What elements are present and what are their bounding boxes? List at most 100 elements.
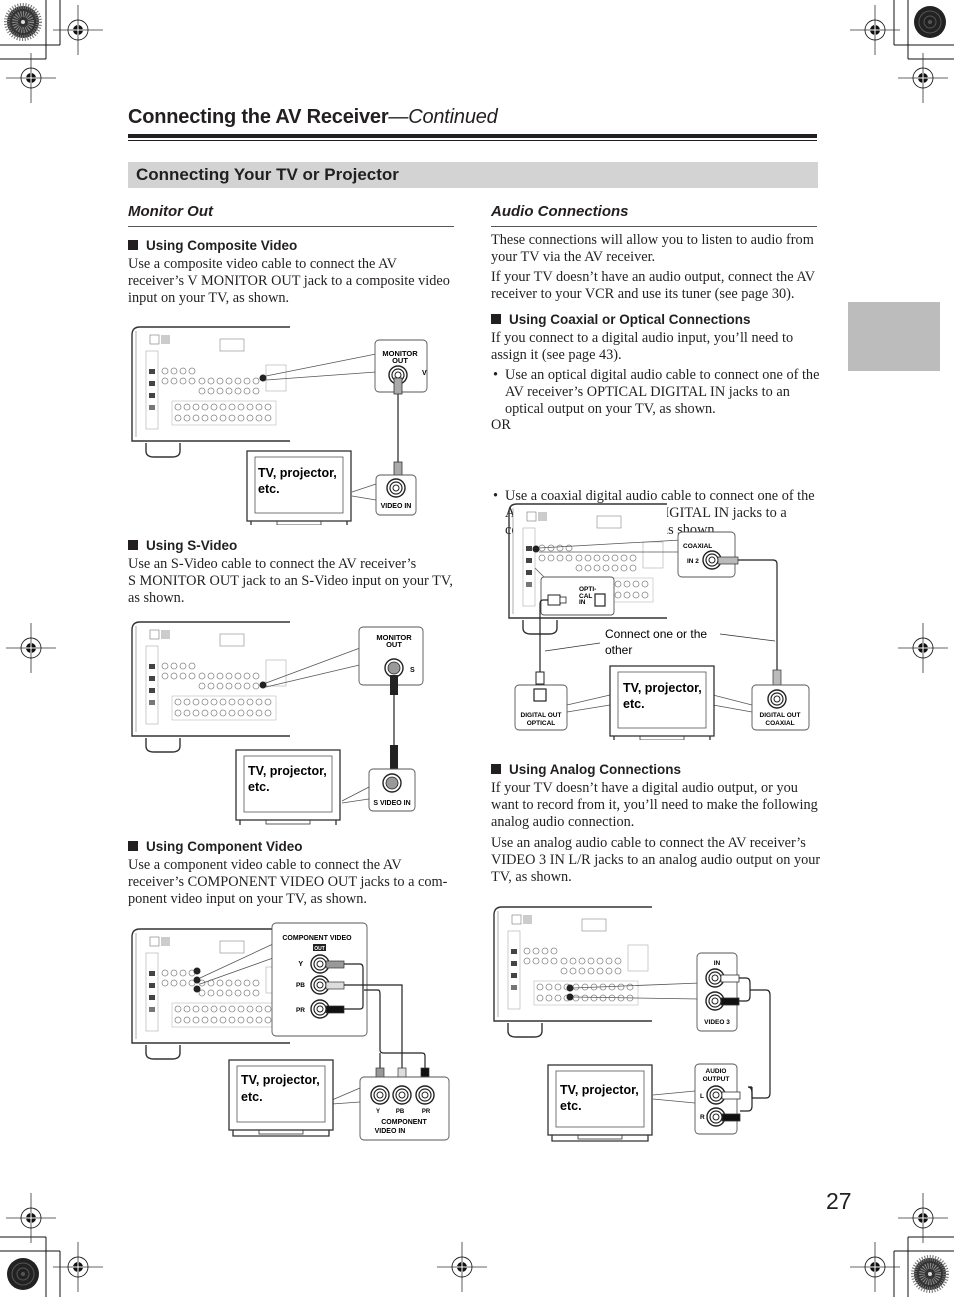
audio-output-title-1: AUDIO (706, 1068, 727, 1075)
bottom-center-mark (436, 1241, 488, 1293)
analog-heading-text: Using Analog Connections (509, 762, 681, 777)
chapter-side-tab (848, 302, 940, 371)
y-plug (325, 960, 345, 969)
digital-audio-diagram: COAXIAL IN 2 OPTI- CAL IN Connect one or… (508, 503, 810, 740)
s-video-in-label: S VIDEO IN (373, 800, 410, 807)
component-heading-text: Using Component Video (146, 839, 303, 854)
analog-body-1: If your TV doesn’t have a digital audio … (491, 780, 818, 831)
corner-mark-top-right (849, 0, 954, 104)
or-text: OR (491, 417, 511, 433)
rca-jack-icon (386, 478, 406, 498)
digital-out-coaxial-1: DIGITAL OUT (760, 712, 801, 719)
digital-out-optical-2: OPTICAL (527, 720, 556, 727)
side-mark-right (897, 622, 949, 674)
digital-out-coaxial-2: COAXIAL (765, 720, 794, 727)
subtitle-rule (491, 226, 817, 227)
connect-note-1: Connect one or the (605, 627, 707, 641)
component-in-label-2: VIDEO IN (375, 1128, 406, 1135)
digital-heading: Using Coaxial or Optical Connections (491, 312, 751, 327)
svideo-plug (390, 745, 398, 769)
svideo-body-rest: S MONITOR OUT jack to an S-Video input o… (128, 573, 453, 607)
out-badge: OUT (314, 946, 325, 952)
title-rule-thin (128, 140, 817, 141)
s-monitor-out-jack-highlight (259, 681, 267, 689)
page-title: Connecting the AV Receiver—Continued (128, 106, 498, 129)
digital-heading-text: Using Coaxial or Optical Connections (509, 312, 751, 327)
optical-title-1: OPTI- (579, 586, 596, 593)
analog-cable (739, 977, 771, 1112)
tv-label-2: etc. (241, 1090, 263, 1104)
tv-label-2: etc. (560, 1099, 582, 1113)
jack-y-label: Y (298, 961, 303, 968)
r-plug (720, 997, 740, 1006)
page-number: 27 (826, 1188, 852, 1214)
jack-s-label: S (410, 667, 415, 674)
receiver-rear-panel (131, 326, 291, 458)
tv-label-2: etc. (623, 697, 645, 711)
bullet-dot: • (493, 367, 499, 383)
svideo-plug (390, 675, 398, 695)
optical-in-label: IN (579, 599, 586, 606)
pr-plug (325, 1005, 345, 1014)
in-title: IN (714, 960, 721, 967)
jack-pr-label: PR (422, 1109, 431, 1115)
square-bullet-icon (128, 540, 138, 550)
composite-heading-text: Using Composite Video (146, 238, 298, 253)
receiver-rear-panel (131, 928, 291, 1060)
connect-note-2: other (605, 643, 632, 657)
monitor-out-label-2: OUT (386, 640, 402, 649)
jack-r-label: R (700, 1114, 705, 1121)
bullet-dot: • (493, 487, 499, 504)
tv-label-1: TV, projector, (241, 1073, 320, 1087)
svideo-body-line-1: Use an S-Video cable to connect the AV r… (128, 556, 417, 572)
corner-mark-top-left (0, 0, 104, 104)
component-out-title: COMPONENT VIDEO (282, 935, 352, 942)
corner-mark-bottom-left (0, 1192, 104, 1297)
svideo-heading: Using S-Video (128, 538, 237, 553)
square-bullet-icon (128, 841, 138, 851)
composite-video-diagram: MONITOR OUT V VIDEO IN TV, projector, et… (131, 326, 428, 525)
tv-label-1: TV, projector, (248, 764, 327, 778)
jack-y-label: Y (376, 1109, 380, 1115)
monitor-out-jack-highlight (259, 374, 267, 382)
component-body: Use a component video cable to connect t… (128, 857, 448, 908)
digital-bullet-optical: • Use an optical digital audio cable to c… (491, 367, 823, 419)
square-bullet-icon (128, 240, 138, 250)
video3-label: VIDEO 3 (704, 1019, 730, 1026)
jack-pb-label: PB (296, 982, 305, 989)
coaxial-in-2-label: IN 2 (687, 558, 699, 565)
optical-plug (547, 594, 561, 606)
jack-v-label: V (422, 370, 427, 377)
tv-label-1: TV, projector, (560, 1083, 639, 1097)
analog-audio-diagram: IN VIDEO 3 AUDIO OUTPUT L R TV, projecto… (493, 906, 771, 1142)
analog-heading: Using Analog Connections (491, 762, 681, 777)
tv-label-1: TV, projector, (258, 466, 337, 480)
digital-bullet-optical-text: Use an optical digital audio cable to co… (505, 367, 820, 418)
section-header-bar: Connecting Your TV or Projector (128, 162, 818, 188)
audio-intro-1: These connections will allow you to list… (491, 232, 814, 266)
component-video-diagram: COMPONENT VIDEO OUT Y PB PR Y PB PR COMP… (131, 922, 450, 1141)
subtitle-rule (128, 226, 454, 227)
digital-body: If you connect to a digital audio input,… (491, 330, 794, 364)
coaxial-cable (738, 559, 778, 670)
page-title-continued: —Continued (388, 106, 498, 128)
monitor-out-label-2: OUT (392, 356, 408, 365)
title-rule-thick (128, 134, 817, 138)
analog-body-2: Use an analog audio cable to connect the… (491, 835, 821, 886)
square-bullet-icon (491, 764, 501, 774)
tv-label-2: etc. (258, 482, 280, 496)
corner-mark-bottom-right (849, 1192, 954, 1297)
video-in-label: VIDEO IN (381, 503, 412, 510)
tv-label-1: TV, projector, (623, 681, 702, 695)
monitor-out-subtitle: Monitor Out (128, 203, 213, 220)
optical-jack-icon (533, 688, 547, 702)
jack-l-label: L (700, 1093, 704, 1100)
pb-plug (325, 981, 345, 990)
receiver-rear-panel (493, 906, 653, 1038)
composite-body: Use a composite video cable to connect t… (128, 256, 450, 307)
jack-pr-label: PR (296, 1007, 305, 1014)
audio-intro-2: If your TV doesn’t have an audio output,… (491, 269, 815, 303)
svideo-diagram: MONITOR OUT S S VIDEO IN TV, projector, … (131, 621, 424, 825)
component-heading: Using Component Video (128, 839, 303, 854)
side-mark-left (5, 622, 57, 674)
